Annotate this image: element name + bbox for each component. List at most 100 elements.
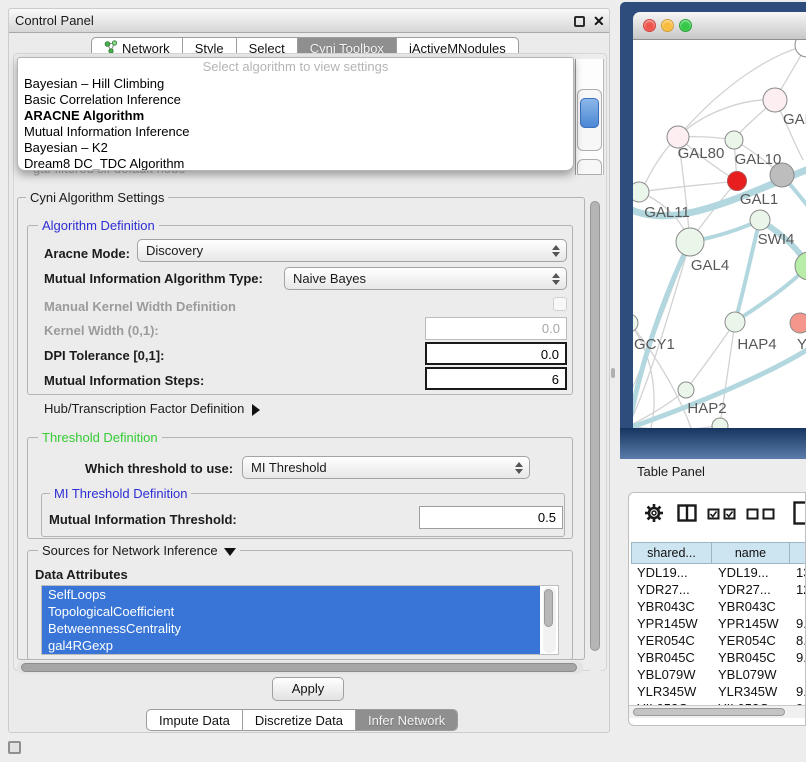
tab-impute-data[interactable]: Impute Data <box>147 710 243 730</box>
cell[interactable]: YDL19... <box>631 564 712 581</box>
gear-icon[interactable] <box>643 502 665 524</box>
list-scrollbar[interactable] <box>543 587 556 653</box>
select-all-checkboxes-icon[interactable] <box>707 508 737 520</box>
attribute-item-selected[interactable]: BetweennessCentrality <box>42 620 540 637</box>
deselect-all-checkboxes-icon[interactable] <box>746 508 776 520</box>
apply-button[interactable]: Apply <box>272 677 344 701</box>
vertical-scrollbar-thumb[interactable] <box>590 201 600 651</box>
attribute-item-selected[interactable]: SelfLoops <box>42 586 540 603</box>
cell[interactable]: YBR045C <box>712 649 790 666</box>
mi-steps-field[interactable]: 6 <box>425 367 567 390</box>
column-header[interactable]: A <box>790 542 806 564</box>
collapse-arrow-icon[interactable] <box>224 548 236 556</box>
minimized-panel-icon[interactable] <box>8 741 21 754</box>
cell[interactable]: YLR345W <box>712 683 790 700</box>
cell[interactable] <box>790 666 806 683</box>
node-gal4[interactable] <box>676 228 704 256</box>
cell[interactable]: 9. <box>790 615 806 632</box>
column-header[interactable]: shared... <box>631 542 712 564</box>
node-gcy1[interactable] <box>633 314 638 332</box>
cell[interactable]: 12 <box>790 581 806 598</box>
table-row[interactable]: YBR045CYBR045C9. <box>631 649 806 666</box>
kernel-width-field[interactable]: 0.0 <box>425 317 567 340</box>
settings-horizontal-scrollbar[interactable] <box>17 661 583 674</box>
panel-splitter-handle[interactable] <box>611 368 615 378</box>
tab-infer-network[interactable]: Infer Network <box>356 710 457 730</box>
manual-kernel-checkbox[interactable] <box>553 297 567 311</box>
table-row[interactable]: YER054CYER054C8. <box>631 632 806 649</box>
zoom-traffic-light-icon[interactable] <box>679 19 692 32</box>
dropdown-item[interactable]: Bayesian – Hill Climbing <box>18 76 573 92</box>
network-canvas[interactable]: GAL GAL80 GAL10 GAL1 GAL11 SWI4 GAL4 GCY… <box>633 40 806 428</box>
cell[interactable]: YDR27... <box>712 581 790 598</box>
threshold-definition-title: Threshold Definition <box>38 430 162 445</box>
combobox-stepper-highlighted[interactable] <box>580 98 599 128</box>
column-header[interactable]: name <box>712 542 790 564</box>
network-combobox-fragment[interactable] <box>577 159 602 175</box>
table-row[interactable]: YDL19...YDL19...13 <box>631 564 806 581</box>
dropdown-item-selected[interactable]: ARACNE Algorithm <box>18 108 573 124</box>
node-partial-bottom[interactable] <box>712 418 728 428</box>
attribute-item-selected[interactable]: gal4RGexp <box>42 637 540 654</box>
node-y-salmon[interactable] <box>790 313 806 333</box>
network-graph: GAL GAL80 GAL10 GAL1 GAL11 SWI4 GAL4 GCY… <box>633 40 806 428</box>
cell[interactable]: YER054C <box>631 632 712 649</box>
attribute-item-selected[interactable]: TopologicalCoefficient <box>42 603 540 620</box>
cell[interactable]: YPR145W <box>712 615 790 632</box>
dropdown-item[interactable]: Mutual Information Inference <box>18 124 573 140</box>
minimize-traffic-light-icon[interactable] <box>661 19 674 32</box>
cell[interactable]: YDL19... <box>712 564 790 581</box>
network-frame-bottom-band <box>620 428 806 459</box>
cell[interactable]: YLR345W <box>631 683 712 700</box>
float-window-icon[interactable] <box>574 16 585 27</box>
table-horizontal-scrollbar[interactable] <box>629 705 806 718</box>
cell[interactable]: YBR043C <box>631 598 712 615</box>
new-sheet-icon[interactable] <box>793 501 806 525</box>
mi-threshold-field[interactable]: 0.5 <box>419 506 563 529</box>
node-gal1-red[interactable] <box>728 172 747 191</box>
cell[interactable] <box>790 598 806 615</box>
cell[interactable]: 13 <box>790 564 806 581</box>
table-row[interactable]: YLR345WYLR345W9. <box>631 683 806 700</box>
node-label: GAL10 <box>735 151 782 168</box>
table-row[interactable]: YBR043CYBR043C <box>631 598 806 615</box>
table-scrollbar-thumb[interactable] <box>633 708 785 716</box>
hub-definition-toggle[interactable]: Hub/Transcription Factor Definition <box>44 401 260 416</box>
cell[interactable]: 8. <box>790 632 806 649</box>
tab-discretize-data[interactable]: Discretize Data <box>243 710 356 730</box>
cell[interactable]: YBL079W <box>712 666 790 683</box>
node-gal-partial[interactable] <box>763 88 787 112</box>
cell[interactable]: 9. <box>790 683 806 700</box>
cell[interactable]: YBL079W <box>631 666 712 683</box>
cell[interactable]: YER054C <box>712 632 790 649</box>
expand-arrow-icon[interactable] <box>252 404 260 416</box>
node-hap4[interactable] <box>725 312 745 332</box>
cell[interactable]: 9. <box>790 649 806 666</box>
node-hap2[interactable] <box>678 382 694 398</box>
dpi-tolerance-field[interactable]: 0.0 <box>425 342 567 365</box>
cell[interactable]: YDR27... <box>631 581 712 598</box>
table-row[interactable]: YDR27...YDR27...12 <box>631 581 806 598</box>
horizontal-scrollbar-thumb[interactable] <box>21 663 577 672</box>
node-swi4[interactable] <box>750 210 770 230</box>
node-gal10[interactable] <box>725 131 743 149</box>
columns-icon[interactable] <box>677 504 697 522</box>
mi-algorithm-type-combobox[interactable]: Naive Bayes <box>284 267 567 290</box>
table-row[interactable]: YBL079WYBL079W <box>631 666 806 683</box>
table-row[interactable]: YPR145WYPR145W9. <box>631 615 806 632</box>
network-window-titlebar[interactable] <box>633 12 806 40</box>
which-threshold-combobox[interactable]: MI Threshold <box>242 456 530 479</box>
dropdown-item[interactable]: Basic Correlation Inference <box>18 92 573 108</box>
cell[interactable]: YBR043C <box>712 598 790 615</box>
node-partial-top[interactable] <box>795 40 806 57</box>
close-icon[interactable]: ✕ <box>593 12 605 30</box>
close-traffic-light-icon[interactable] <box>643 19 656 32</box>
cell[interactable]: YBR045C <box>631 649 712 666</box>
cell[interactable]: YPR145W <box>631 615 712 632</box>
aracne-mode-combobox[interactable]: Discovery <box>137 239 567 262</box>
list-scrollbar-thumb[interactable] <box>544 589 553 627</box>
dropdown-item[interactable]: Dream8 DC_TDC Algorithm <box>18 156 573 171</box>
dropdown-item[interactable]: Bayesian – K2 <box>18 140 573 156</box>
node-gal11[interactable] <box>633 182 649 202</box>
settings-vertical-scrollbar[interactable] <box>589 197 602 673</box>
